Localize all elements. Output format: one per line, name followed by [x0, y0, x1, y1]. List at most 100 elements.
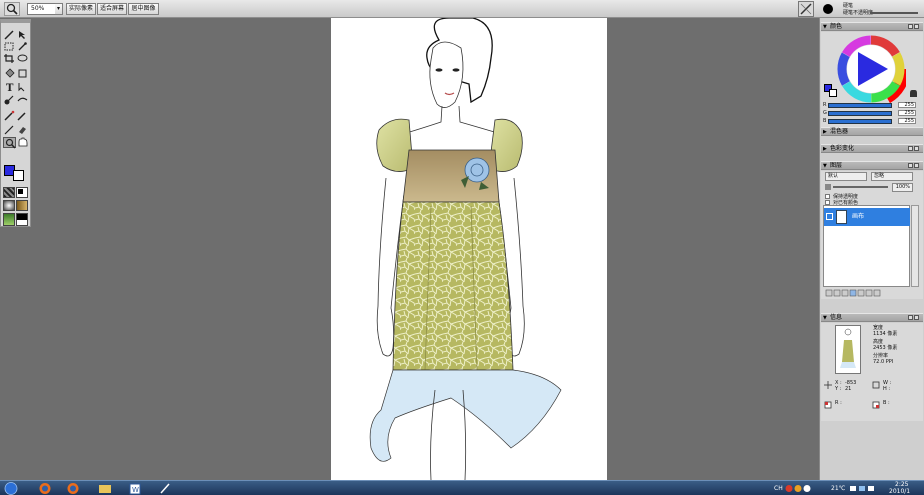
- document-canvas[interactable]: [331, 18, 607, 480]
- crop-tool-icon[interactable]: [3, 53, 16, 64]
- fit-screen-button[interactable]: 适合屏幕: [97, 3, 127, 15]
- explorer-folder-icon[interactable]: [96, 482, 116, 495]
- center-image-button[interactable]: 居中图像: [128, 3, 159, 15]
- selection-end-icon: [872, 401, 880, 409]
- info-panel-header[interactable]: ▼ 信息: [821, 313, 923, 322]
- firefox-icon[interactable]: [36, 482, 56, 495]
- color-set-panel-title: 色彩变化: [830, 145, 855, 152]
- layer-name: 画布: [852, 213, 865, 220]
- brush-tool-icon[interactable]: [3, 29, 16, 40]
- firefox-2-icon[interactable]: [64, 482, 84, 495]
- clone-color-icon[interactable]: [908, 88, 918, 98]
- expand-triangle-icon[interactable]: ▶: [823, 145, 827, 153]
- weave-selector-icon[interactable]: [16, 200, 28, 211]
- nozzle-selector-icon[interactable]: [3, 213, 15, 226]
- color-wheel[interactable]: [836, 34, 906, 104]
- panel-close-icon[interactable]: [914, 24, 919, 29]
- layers-panel-title: 图层: [830, 162, 843, 169]
- input-method-icons[interactable]: [784, 482, 814, 495]
- blend-mode-select[interactable]: 默认: [825, 172, 867, 181]
- rotate-page-tool-icon[interactable]: [16, 95, 29, 106]
- shape-selection-tool-icon[interactable]: [16, 81, 29, 92]
- painter-app-icon[interactable]: [156, 482, 176, 495]
- language-indicator[interactable]: CH: [774, 485, 783, 492]
- layer-row-canvas[interactable]: 画布: [824, 208, 910, 226]
- shape-tool-icon[interactable]: [16, 68, 29, 79]
- actual-pixels-button[interactable]: 实际像素: [66, 3, 96, 15]
- red-channel-label: R: [823, 102, 827, 108]
- doc-height-value: 2453 像素: [873, 345, 898, 351]
- layer-adjuster-tool-icon[interactable]: [16, 29, 29, 40]
- crosshair-icon: [824, 381, 832, 389]
- green-slider[interactable]: [828, 111, 892, 116]
- pen-tool-icon[interactable]: [3, 124, 16, 135]
- grabber-tool-icon[interactable]: [16, 137, 29, 148]
- layer-list-scrollbar[interactable]: [911, 205, 919, 287]
- magic-wand-tool-icon[interactable]: [16, 41, 29, 52]
- clock-time[interactable]: 2:25: [895, 481, 908, 488]
- color-panel-header[interactable]: ▼ 颜色: [821, 22, 923, 31]
- paint-bucket-tool-icon[interactable]: [3, 68, 16, 79]
- zoom-dropdown-arrow[interactable]: ▾: [55, 3, 63, 15]
- svg-text:W: W: [132, 486, 139, 494]
- expand-triangle-icon[interactable]: ▶: [823, 128, 827, 136]
- collapse-triangle-icon[interactable]: ▼: [823, 162, 827, 170]
- green-channel-label: G: [823, 110, 827, 116]
- word-icon[interactable]: W: [126, 482, 146, 495]
- panel-close-icon[interactable]: [914, 315, 919, 320]
- pattern-selector-icon[interactable]: [3, 200, 15, 211]
- selection-origin-icon: [824, 401, 832, 409]
- layer-opacity-field[interactable]: 100%: [892, 183, 913, 192]
- rubber-stamp-tool-icon[interactable]: [16, 110, 29, 121]
- panel-minimize-icon[interactable]: [908, 315, 913, 320]
- green-value-field[interactable]: 255: [898, 110, 916, 116]
- panel-close-icon[interactable]: [914, 146, 919, 151]
- layer-opacity-slider[interactable]: [833, 186, 888, 188]
- composite-method-select[interactable]: 忽略: [871, 172, 913, 181]
- panel-minimize-icon[interactable]: [908, 146, 913, 151]
- layers-panel-header[interactable]: ▼ 图层: [821, 161, 923, 170]
- magnifier-tool-icon[interactable]: [3, 137, 16, 149]
- weather-temperature: 21℃: [831, 485, 846, 492]
- dropper-tool-icon[interactable]: [3, 95, 16, 106]
- doc-width-value: 1134 像素: [873, 331, 898, 337]
- text-tool-icon[interactable]: T: [3, 81, 16, 92]
- panel-minimize-icon[interactable]: [908, 163, 913, 168]
- start-button-icon[interactable]: [2, 482, 22, 495]
- brush-opacity-slider[interactable]: [870, 12, 918, 14]
- panel-minimize-icon[interactable]: [908, 24, 913, 29]
- red-value-field[interactable]: 255: [898, 102, 916, 108]
- collapse-triangle-icon[interactable]: ▼: [823, 314, 827, 322]
- tray-icons[interactable]: [848, 482, 878, 495]
- look-selector-icon[interactable]: [16, 213, 28, 226]
- color-set-panel-header[interactable]: ▶ 色彩变化: [821, 144, 923, 153]
- opacity-icon: [825, 184, 831, 190]
- paper-selector-icon[interactable]: [3, 187, 15, 198]
- rect-selection-tool-icon[interactable]: [3, 41, 16, 52]
- blue-value-field[interactable]: 255: [898, 118, 916, 124]
- windows-taskbar: W CH 21℃ 2:25 2010/1: [0, 480, 924, 495]
- cloner-tool-icon[interactable]: [3, 110, 16, 121]
- gradient-selector-icon[interactable]: [16, 187, 28, 198]
- mixer-panel-header[interactable]: ▶ 混色器: [821, 127, 923, 136]
- blue-slider[interactable]: [828, 119, 892, 124]
- brush-variant-icon[interactable]: [798, 1, 814, 17]
- preserve-transparency-checkbox[interactable]: [825, 194, 830, 199]
- red-slider[interactable]: [828, 103, 892, 108]
- cursor-y-label: Y :: [835, 386, 842, 392]
- lasso-tool-icon[interactable]: [16, 53, 29, 64]
- eraser-tool-icon[interactable]: [16, 124, 29, 135]
- selection-height-label: H :: [883, 386, 891, 392]
- brush-dot-icon[interactable]: [820, 1, 836, 17]
- panel-close-icon[interactable]: [914, 163, 919, 168]
- clock-date[interactable]: 2010/1: [889, 488, 910, 495]
- secondary-color-swatch[interactable]: [13, 170, 24, 181]
- option-bar: 50% ▾ 实际像素 适合屏幕 居中图像 硬笔 硬笔不透明度: [0, 0, 924, 18]
- selection-r-label: R :: [835, 400, 842, 406]
- zoom-tool-icon[interactable]: [4, 2, 20, 16]
- collapse-triangle-icon[interactable]: ▼: [823, 23, 827, 31]
- document-thumbnail: [835, 325, 861, 374]
- svg-text:T: T: [6, 83, 14, 92]
- layer-visibility-eye-icon[interactable]: [826, 213, 833, 220]
- color-panel-secondary-swatch[interactable]: [829, 89, 837, 97]
